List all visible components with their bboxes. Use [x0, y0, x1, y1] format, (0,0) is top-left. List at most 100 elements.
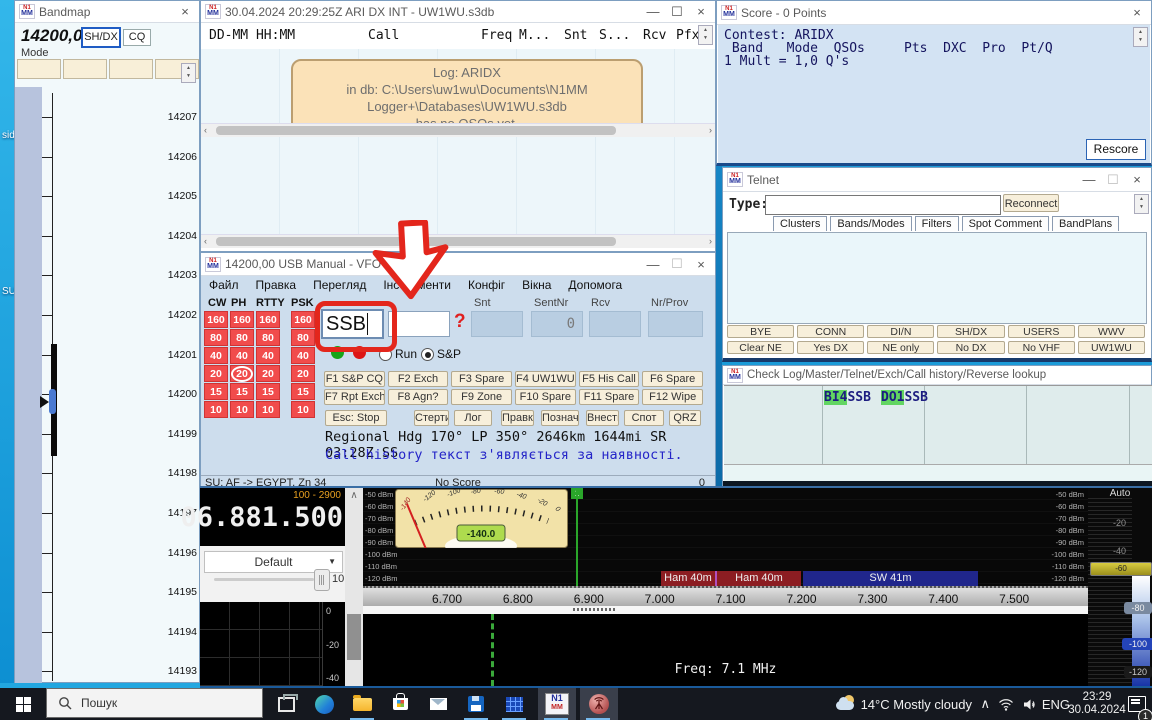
edge-button[interactable] [306, 688, 342, 720]
close-icon[interactable]: × [689, 257, 713, 272]
waterfall[interactable]: Freq: 7.1 MHz [363, 614, 1088, 686]
n1mm-taskbar-button[interactable]: N1MM [538, 688, 576, 720]
fkey-button-f1[interactable]: F1 S&P CQ [324, 371, 385, 387]
log-spinner[interactable]: ▲▼ [698, 25, 713, 45]
telnet-output-area[interactable] [727, 232, 1147, 324]
band-button-psk-80[interactable]: 80 [291, 329, 315, 346]
bandmap-titlebar[interactable]: N1MM Bandmap × [15, 1, 199, 23]
file-explorer-button[interactable] [344, 688, 380, 720]
band-button-psk-20[interactable]: 20 [291, 365, 315, 382]
action-button[interactable]: Правка [501, 410, 534, 426]
minimize-icon[interactable]: — [641, 4, 665, 19]
reconnect-button[interactable]: Reconnect [1003, 194, 1059, 212]
band-button-psk-10[interactable]: 10 [291, 401, 315, 418]
action-button[interactable]: QRZ [669, 410, 701, 426]
band-button-cw-15[interactable]: 15 [204, 383, 228, 400]
telnet-button-clear-ne[interactable]: Clear NE [727, 341, 794, 354]
fkey-button-f8[interactable]: F8 Agn? [388, 389, 449, 405]
contrast-handle[interactable]: -60 [1090, 562, 1152, 576]
telnet-titlebar[interactable]: N1MM Telnet — ☐ × [723, 168, 1151, 192]
close-icon[interactable]: × [173, 4, 197, 19]
sdr-vertical-scrollbar[interactable]: ∧ [345, 488, 363, 686]
waterfall-scrollbar[interactable] [363, 606, 1088, 614]
snt-field[interactable] [471, 311, 523, 337]
mode-box[interactable] [109, 59, 153, 79]
telnet-button-bye[interactable]: BYE [727, 325, 794, 338]
fkey-button-f3[interactable]: F3 Spare [451, 371, 512, 387]
band-button-ph-40[interactable]: 40 [230, 347, 254, 364]
volume-slider-handle[interactable] [314, 569, 330, 591]
clock[interactable]: 23:29 30.04.2024 [1070, 688, 1124, 720]
volume-icon[interactable] [1023, 688, 1038, 720]
band-button-rtty-160[interactable]: 160 [256, 311, 280, 328]
mode-box[interactable] [17, 59, 61, 79]
close-icon[interactable]: × [1125, 172, 1149, 187]
check-callsign[interactable]: BI4SSB [824, 390, 871, 405]
minimize-icon[interactable]: — [1077, 172, 1101, 187]
mail-button[interactable] [420, 688, 456, 720]
weather-widget[interactable] [834, 688, 860, 720]
band-button-cw-80[interactable]: 80 [204, 329, 228, 346]
telnet-tab-bandplans[interactable]: BandPlans [1052, 216, 1119, 231]
taskbar-search[interactable]: Пошук [46, 688, 263, 718]
band-button-ph-10[interactable]: 10 [230, 401, 254, 418]
telnet-button-sh-dx[interactable]: SH/DX [937, 325, 1004, 338]
telnet-tab-spot-comment[interactable]: Spot Comment [962, 216, 1049, 231]
nrprov-field[interactable] [648, 311, 703, 337]
band-button-cw-10[interactable]: 10 [204, 401, 228, 418]
band-button-rtty-20[interactable]: 20 [256, 365, 280, 382]
telnet-button-conn[interactable]: CONN [797, 325, 864, 338]
rescore-button[interactable]: Rescore [1086, 139, 1146, 160]
band-button-cw-20[interactable]: 20 [204, 365, 228, 382]
band-button-psk-15[interactable]: 15 [291, 383, 315, 400]
band-button-rtty-10[interactable]: 10 [256, 401, 280, 418]
band-button-cw-160[interactable]: 160 [204, 311, 228, 328]
score-titlebar[interactable]: N1MM Score - 0 Points × [717, 1, 1151, 25]
menu-файл[interactable]: Файл [209, 278, 239, 292]
band-button-psk-160[interactable]: 160 [291, 311, 315, 328]
save-app-button[interactable] [458, 688, 494, 720]
bandmap-zoom-spinner[interactable]: ▲▼ [181, 63, 196, 83]
action-button[interactable]: Стерти [414, 410, 449, 426]
band-button-ph-20[interactable]: 20 [230, 365, 254, 382]
action-button[interactable]: Познач [541, 410, 579, 426]
action-button[interactable]: Esc: Stop [325, 410, 387, 426]
telnet-button-uw1wu[interactable]: UW1WU [1078, 341, 1145, 354]
score-spinner[interactable]: ▲▼ [1133, 27, 1148, 47]
volume-slider-track[interactable] [214, 578, 314, 581]
telnet-button-di-n[interactable]: DI/N [867, 325, 934, 338]
telnet-button-users[interactable]: USERS [1008, 325, 1075, 338]
band-button-cw-40[interactable]: 40 [204, 347, 228, 364]
task-view-button[interactable] [268, 688, 304, 720]
menu-правка[interactable]: Правка [256, 278, 297, 292]
fkey-button-f5[interactable]: F5 His Call [579, 371, 640, 387]
maximize-icon[interactable]: ☐ [665, 256, 689, 272]
action-button[interactable]: Лог [454, 410, 492, 426]
sdr-spectrum[interactable]: -50 dBm-60 dBm-70 dBm-80 dBm-90 dBm-100 … [363, 488, 1088, 586]
sentnr-field[interactable]: 0 [531, 311, 583, 337]
band-button-psk-40[interactable]: 40 [291, 347, 315, 364]
close-icon[interactable]: × [1125, 5, 1149, 20]
fkey-button-f2[interactable]: F2 Exch [388, 371, 449, 387]
band-button-rtty-15[interactable]: 15 [256, 383, 280, 400]
database-app-button[interactable] [496, 688, 532, 720]
shdx-button[interactable]: SH/DX [81, 27, 121, 48]
fkey-button-f7[interactable]: F7 Rpt Exch [324, 389, 385, 405]
close-icon[interactable]: × [689, 4, 713, 19]
sdr-taskbar-button[interactable] [580, 688, 618, 720]
band-button-ph-15[interactable]: 15 [230, 383, 254, 400]
telnet-button-ne-only[interactable]: NE only [867, 341, 934, 354]
notification-center[interactable]: 1 [1128, 688, 1146, 720]
cq-button[interactable]: CQ [123, 29, 151, 46]
check-callsign[interactable]: DO1SSB [881, 390, 928, 405]
telnet-spinner[interactable]: ▲▼ [1134, 194, 1149, 214]
rcv-field[interactable] [589, 311, 641, 337]
sp-radio[interactable] [421, 348, 434, 361]
fkey-button-f9[interactable]: F9 Zone [451, 389, 512, 405]
menu-конфіг[interactable]: Конфіг [468, 278, 505, 292]
fkey-button-f4[interactable]: F4 UW1WU [515, 371, 576, 387]
frequency-axis[interactable]: 6.7006.8006.9007.0007.1007.2007.3007.400… [363, 586, 1088, 608]
weather-text[interactable]: 14°C Mostly cloudy [861, 688, 972, 720]
telnet-tab-clusters[interactable]: Clusters [773, 216, 827, 231]
band-button-rtty-40[interactable]: 40 [256, 347, 280, 364]
